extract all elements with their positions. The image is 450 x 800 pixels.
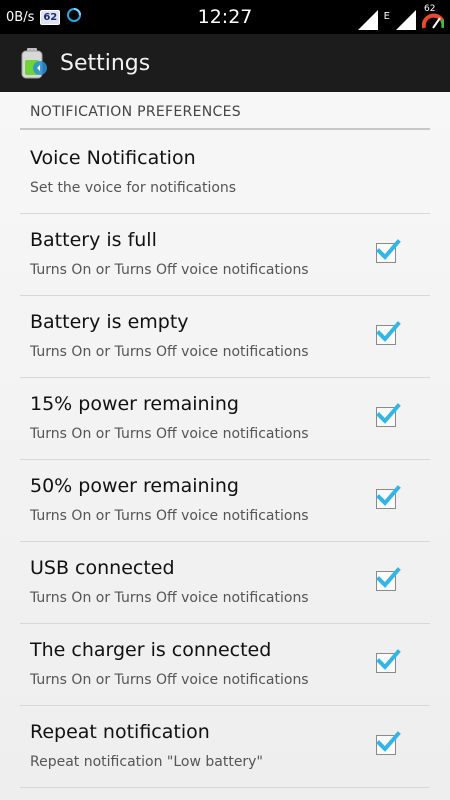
checkmark-icon bbox=[376, 403, 401, 424]
pref-summary: Set the voice for notifications bbox=[30, 180, 237, 196]
pref-usb-connected[interactable]: USB connected Turns On or Turns Off voic… bbox=[20, 542, 430, 624]
checkmark-icon bbox=[376, 649, 401, 670]
battery-gauge-icon: 62 bbox=[421, 4, 446, 34]
pref-title: Battery is empty bbox=[30, 311, 189, 333]
checkmark-icon bbox=[376, 485, 401, 506]
pref-battery-empty[interactable]: Battery is empty Turns On or Turns Off v… bbox=[20, 296, 430, 378]
pref-50-percent[interactable]: 50% power remaining Turns On or Turns Of… bbox=[20, 460, 430, 542]
section-header-label: NOTIFICATION PREFERENCES bbox=[30, 104, 241, 120]
status-right: E 62 bbox=[357, 2, 446, 34]
checkbox-15-percent[interactable] bbox=[376, 403, 401, 427]
checkmark-icon bbox=[376, 567, 401, 588]
checkmark-icon bbox=[376, 239, 401, 260]
checkbox-usb-connected[interactable] bbox=[376, 567, 401, 591]
action-bar: Settings bbox=[0, 34, 450, 92]
pref-summary: Repeat notification "Low battery" bbox=[30, 754, 263, 770]
pref-title: Battery is full bbox=[30, 229, 157, 251]
pref-repeat-notification[interactable]: Repeat notification Repeat notification … bbox=[20, 706, 430, 788]
pref-summary: Turns On or Turns Off voice notification… bbox=[30, 672, 309, 688]
settings-list: NOTIFICATION PREFERENCES Voice Notificat… bbox=[0, 92, 450, 800]
signal-icon-2 bbox=[396, 10, 416, 34]
network-type-label: E bbox=[383, 11, 390, 22]
checkbox-charger-connected[interactable] bbox=[376, 649, 401, 673]
pref-summary: Turns On or Turns Off voice notification… bbox=[30, 262, 309, 278]
pref-charger-connected[interactable]: The charger is connected Turns On or Tur… bbox=[20, 624, 430, 706]
checkbox-50-percent[interactable] bbox=[376, 485, 401, 509]
pref-15-percent[interactable]: 15% power remaining Turns On or Turns Of… bbox=[20, 378, 430, 460]
pref-voice-notification[interactable]: Voice Notification Set the voice for not… bbox=[20, 132, 430, 214]
battery-app-icon[interactable] bbox=[18, 46, 50, 80]
pref-title: USB connected bbox=[30, 557, 175, 579]
checkbox-battery-empty[interactable] bbox=[376, 321, 401, 345]
pref-battery-full[interactable]: Battery is full Turns On or Turns Off vo… bbox=[20, 214, 430, 296]
checkmark-icon bbox=[376, 731, 401, 752]
page-title: Settings bbox=[60, 50, 151, 76]
pref-title: 15% power remaining bbox=[30, 393, 239, 415]
signal-icon bbox=[357, 10, 378, 34]
pref-summary: Turns On or Turns Off voice notification… bbox=[30, 344, 309, 360]
battery-level-text: 62 bbox=[424, 4, 436, 14]
checkbox-repeat-notification[interactable] bbox=[376, 731, 401, 755]
pref-summary: Turns On or Turns Off voice notification… bbox=[30, 590, 309, 606]
pref-title: Repeat notification bbox=[30, 721, 210, 743]
pref-title: 50% power remaining bbox=[30, 475, 239, 497]
checkbox-battery-full[interactable] bbox=[376, 239, 401, 263]
section-header: NOTIFICATION PREFERENCES bbox=[20, 92, 430, 130]
status-bar: 0B/s 62 12:27 E 62 bbox=[0, 0, 450, 34]
pref-summary: Turns On or Turns Off voice notification… bbox=[30, 426, 309, 442]
pref-title: Voice Notification bbox=[30, 147, 196, 169]
pref-title: The charger is connected bbox=[30, 639, 272, 661]
checkmark-icon bbox=[376, 321, 401, 342]
pref-summary: Turns On or Turns Off voice notification… bbox=[30, 508, 309, 524]
